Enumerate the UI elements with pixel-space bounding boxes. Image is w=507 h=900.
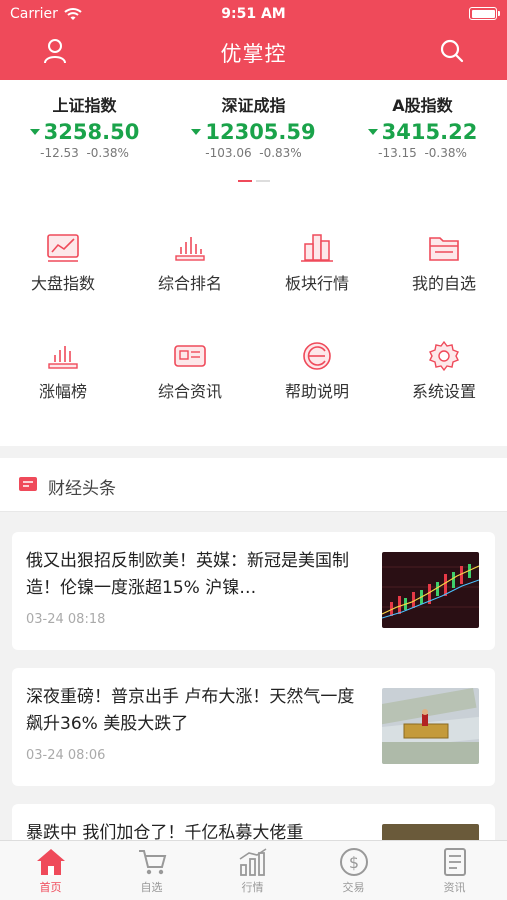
chart-icon	[239, 848, 266, 876]
index-change: -103.06	[205, 146, 252, 160]
news-icon	[174, 345, 206, 367]
gainers-icon	[48, 346, 78, 369]
search-button[interactable]	[437, 36, 467, 66]
sector-icon	[301, 234, 333, 262]
menu-label: 系统设置	[411, 382, 476, 401]
status-time: 9:51 AM	[221, 6, 286, 22]
menu-gainers[interactable]: 涨幅榜	[0, 340, 126, 402]
index-value: 12305.59	[205, 120, 316, 144]
index-sh[interactable]: 上证指数 3258.50 -12.53 -0.38%	[0, 92, 169, 160]
tab-market[interactable]: 行情	[202, 847, 303, 895]
index-percent: -0.38%	[424, 146, 467, 160]
help-icon	[303, 342, 331, 370]
feature-grid: 大盘指数 综合排名 板块行情 我的自选 涨幅榜 综合资讯 帮助说明 系统设置	[0, 192, 507, 446]
index-percent: -0.83%	[259, 146, 302, 160]
home-icon	[36, 849, 65, 875]
tab-label: 行情	[241, 881, 264, 894]
menu-label: 涨幅榜	[38, 382, 87, 401]
settings-icon	[429, 340, 459, 372]
tab-label: 交易	[342, 881, 365, 894]
menu-label: 帮助说明	[284, 382, 349, 401]
menu-settings[interactable]: 系统设置	[381, 340, 507, 402]
navbar: 优掌控	[0, 30, 507, 76]
index-percent: -0.38%	[86, 146, 129, 160]
news-section-header: 财经头条	[0, 458, 507, 512]
tab-home[interactable]: 首页	[0, 847, 101, 895]
tab-news[interactable]: 资讯	[404, 847, 505, 895]
page-dot	[255, 180, 270, 182]
document-icon	[443, 848, 466, 876]
news-card[interactable]: 深夜重磅！普京出手 卢布大涨！天然气一度飙升36% 美股大跌了 03-24 08…	[12, 668, 495, 786]
news-title: 俄又出狠招反制欧美！英媒：新冠是美国制造！伦镍一度涨超15% 沪镍…	[26, 551, 349, 598]
index-value: 3415.22	[381, 120, 478, 144]
ranking-icon	[175, 237, 205, 261]
news-date: 03-24 08:06	[26, 748, 106, 763]
news-thumbnail	[382, 688, 479, 764]
menu-label: 综合资讯	[157, 382, 222, 401]
menu-sector[interactable]: 板块行情	[254, 232, 380, 294]
page-indicator	[0, 180, 507, 182]
page-title: 优掌控	[220, 42, 287, 66]
down-arrow-icon	[367, 129, 378, 135]
dollar-icon: $	[339, 848, 368, 876]
index-sz[interactable]: 深证成指 12305.59 -103.06 -0.83%	[169, 92, 338, 160]
search-icon	[440, 39, 464, 63]
news-date: 03-24 08:18	[26, 612, 106, 627]
news-card[interactable]: 俄又出狠招反制欧美！英媒：新冠是美国制造！伦镍一度涨超15% 沪镍… 03-24…	[12, 532, 495, 650]
market-index-icon	[47, 234, 79, 262]
tab-watchlist[interactable]: 自选	[101, 847, 202, 895]
menu-label: 综合排名	[157, 274, 222, 293]
menu-news[interactable]: 综合资讯	[127, 340, 253, 402]
tab-label: 资讯	[443, 881, 466, 894]
tab-trade[interactable]: $ 交易	[303, 847, 404, 895]
index-name: 上证指数	[52, 96, 117, 115]
headline-icon	[19, 477, 37, 491]
index-name: A股指数	[392, 96, 453, 115]
status-bar: Carrier 9:51 AM	[0, 0, 507, 28]
cart-icon	[138, 850, 166, 875]
news-title: 深夜重磅！普京出手 卢布大涨！天然气一度飙升36% 美股大跌了	[26, 687, 355, 734]
battery-icon	[469, 7, 500, 20]
index-change: -13.15	[378, 146, 417, 160]
index-panel[interactable]: 上证指数 3258.50 -12.53 -0.38% 深证成指 12305.59…	[0, 80, 507, 192]
watchlist-icon	[429, 237, 459, 261]
tab-label: 自选	[140, 881, 163, 894]
index-a-share[interactable]: A股指数 3415.22 -13.15 -0.38%	[338, 92, 507, 160]
down-arrow-icon	[191, 129, 202, 135]
tab-bar: 首页 自选 行情 $ 交易 资讯	[0, 840, 507, 900]
index-name: 深证成指	[221, 96, 286, 115]
menu-market-index[interactable]: 大盘指数	[0, 232, 126, 294]
menu-watchlist[interactable]: 我的自选	[381, 232, 507, 294]
index-value: 3258.50	[43, 120, 140, 144]
app-header: Carrier 9:51 AM 优掌控	[0, 0, 507, 80]
index-change: -12.53	[40, 146, 79, 160]
news-section-title: 财经头条	[48, 479, 116, 499]
menu-help[interactable]: 帮助说明	[254, 340, 380, 402]
menu-ranking[interactable]: 综合排名	[127, 232, 253, 294]
page-dot-active	[237, 180, 252, 182]
menu-label: 我的自选	[411, 274, 476, 293]
news-thumbnail	[382, 552, 479, 628]
menu-label: 大盘指数	[30, 274, 95, 293]
menu-label: 板块行情	[284, 274, 349, 293]
svg-text:$: $	[348, 853, 358, 872]
tab-label: 首页	[39, 881, 62, 894]
down-arrow-icon	[29, 129, 40, 135]
